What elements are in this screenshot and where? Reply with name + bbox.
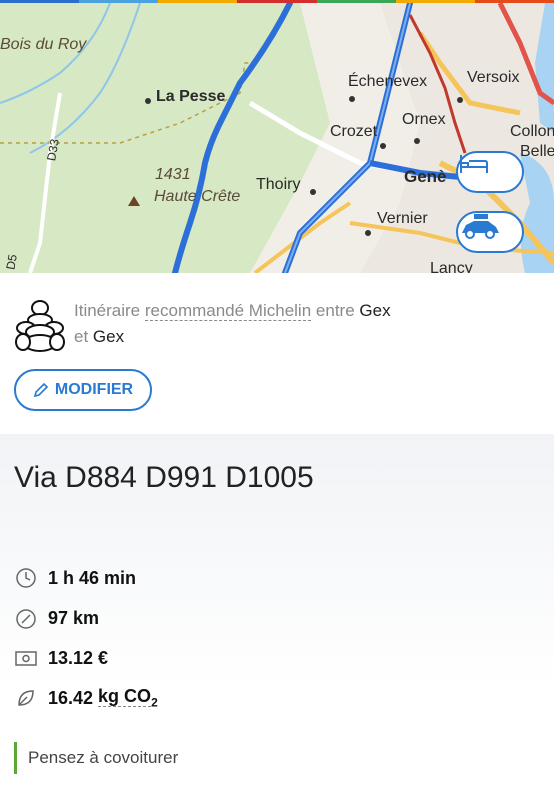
modify-label: MODIFIER: [54, 381, 134, 398]
map-label-la-pesse: La Pesse: [156, 88, 226, 105]
cost-row: 13.12 €: [14, 644, 108, 672]
map-label-lancy: Lancy: [430, 260, 473, 273]
co2-unit[interactable]: kg CO2: [98, 686, 158, 710]
route-map[interactable]: Bois du Roy La Pesse 1431 Haute Crête Th…: [0, 3, 554, 273]
map-label-altitude: 1431: [155, 166, 191, 183]
map-label-echenevex: Échenevex: [348, 73, 428, 90]
map-label-collon: Collon: [510, 123, 554, 140]
route-intro: Itinéraire recommandé Michelin entre Gex…: [14, 298, 544, 358]
map-label-crozet: Crozet: [330, 123, 378, 140]
map-label-versoix: Versoix: [467, 69, 520, 86]
intro-and: et: [74, 327, 89, 346]
destination-city: Gex: [92, 327, 125, 346]
intro-text: Itinéraire recommandé Michelin entre Gex…: [74, 298, 391, 358]
distance-row: 97 km: [14, 604, 99, 632]
modify-button[interactable]: MODIFIER: [14, 369, 152, 411]
clock-icon: [14, 566, 38, 590]
intro-between: entre: [315, 301, 355, 320]
leaf-icon: [14, 686, 38, 710]
car-service-button[interactable]: [456, 211, 524, 253]
michelin-recommended-link[interactable]: recommandé Michelin: [144, 301, 312, 321]
carpool-tip: Pensez à covoiturer: [14, 742, 178, 774]
route-title: Via D884 D991 D1005: [14, 461, 314, 494]
origin-city: Gex: [359, 301, 391, 320]
distance-value: 97 km: [48, 607, 100, 628]
hotel-filter-button[interactable]: [456, 151, 524, 193]
bed-icon: [460, 155, 488, 173]
co2-value: 16.42: [48, 687, 94, 708]
banknote-icon: [14, 646, 38, 670]
duration-value: 1 h 46 min: [48, 567, 137, 588]
speedometer-icon: [14, 606, 38, 630]
michelin-man-icon: [15, 300, 65, 352]
car-icon: [462, 214, 499, 239]
map-label-belle: Belle: [520, 143, 554, 160]
map-label-bois-du-roy: Bois du Roy: [0, 36, 87, 53]
co2-unit-text: kg CO: [98, 686, 152, 708]
map-label-vernier: Vernier: [377, 210, 428, 227]
map-label-thoiry: Thoiry: [256, 176, 301, 193]
cost-value: 13.12 €: [48, 647, 109, 668]
map-label-ornex: Ornex: [402, 111, 446, 128]
pencil-icon: [33, 382, 49, 398]
intro-prefix: Itinéraire: [74, 301, 141, 320]
co2-row: 16.42 kg CO2: [14, 684, 158, 712]
map-label-d5: D5: [3, 253, 20, 271]
map-label-haute-crete: Haute Crête: [154, 188, 241, 205]
co2-unit-subscript: 2: [151, 695, 158, 710]
duration-row: 1 h 46 min: [14, 564, 136, 592]
map-label-geneve: Genè: [404, 167, 447, 186]
